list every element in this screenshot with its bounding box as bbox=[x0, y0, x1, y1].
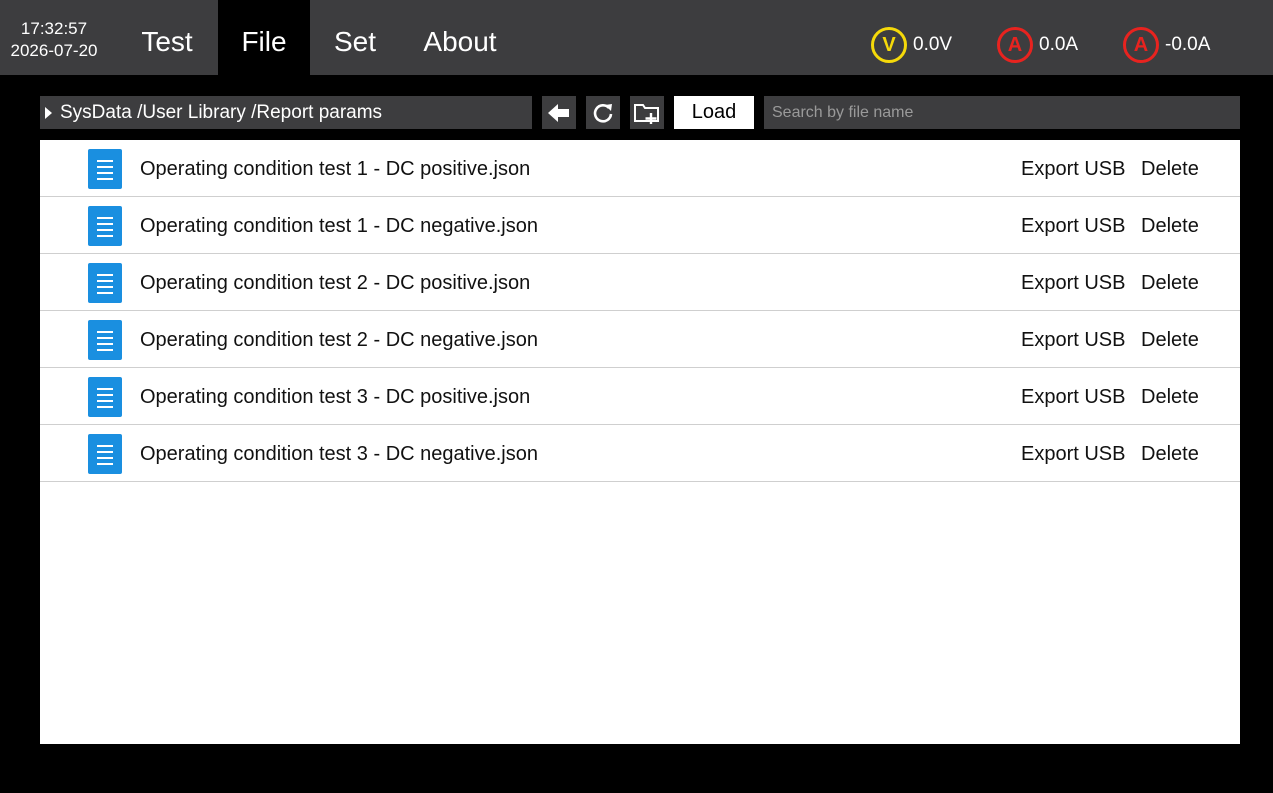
current-value-1: 0.0A bbox=[1039, 34, 1079, 55]
tab-set[interactable]: Set bbox=[310, 0, 400, 75]
document-icon bbox=[88, 206, 122, 246]
back-arrow-icon bbox=[548, 103, 569, 122]
delete-button[interactable]: Delete bbox=[1141, 254, 1199, 312]
expand-triangle-icon[interactable] bbox=[45, 106, 52, 119]
document-icon bbox=[88, 320, 122, 360]
current-icon: A bbox=[997, 27, 1033, 63]
delete-button[interactable]: Delete bbox=[1141, 197, 1199, 255]
tab-about[interactable]: About bbox=[400, 0, 520, 75]
file-name: Operating condition test 2 - DC negative… bbox=[140, 329, 538, 351]
delete-button[interactable]: Delete bbox=[1141, 140, 1199, 198]
export-usb-button[interactable]: Export USB bbox=[1021, 311, 1125, 369]
export-usb-button[interactable]: Export USB bbox=[1021, 197, 1125, 255]
file-name: Operating condition test 1 - DC positive… bbox=[140, 158, 531, 180]
document-icon bbox=[88, 377, 122, 417]
file-name: Operating condition test 3 - DC negative… bbox=[140, 443, 538, 465]
new-folder-icon bbox=[634, 103, 659, 124]
export-usb-button[interactable]: Export USB bbox=[1021, 368, 1125, 426]
clock: 17:32:57 2026-07-20 bbox=[0, 0, 108, 75]
clock-date: 2026-07-20 bbox=[10, 41, 98, 60]
list-item[interactable]: Operating condition test 1 - DC positive… bbox=[40, 140, 1240, 197]
document-icon bbox=[88, 149, 122, 189]
voltage-meter: V 0.0V bbox=[871, 27, 952, 63]
refresh-button[interactable] bbox=[586, 96, 620, 129]
file-list: Operating condition test 1 - DC positive… bbox=[40, 140, 1240, 744]
file-name: Operating condition test 1 - DC negative… bbox=[140, 215, 538, 237]
file-name: Operating condition test 3 - DC positive… bbox=[140, 386, 531, 408]
top-bar: 17:32:57 2026-07-20 Test File Set About … bbox=[0, 0, 1273, 75]
list-item[interactable]: Operating condition test 2 - DC positive… bbox=[40, 254, 1240, 311]
search-input[interactable] bbox=[764, 96, 1240, 129]
voltage-icon: V bbox=[871, 27, 907, 63]
list-item[interactable]: Operating condition test 3 - DC positive… bbox=[40, 368, 1240, 425]
list-item[interactable]: Operating condition test 2 - DC negative… bbox=[40, 311, 1240, 368]
delete-button[interactable]: Delete bbox=[1141, 368, 1199, 426]
clock-time: 17:32:57 bbox=[20, 19, 88, 38]
current-icon: A bbox=[1123, 27, 1159, 63]
tab-test[interactable]: Test bbox=[118, 0, 216, 75]
breadcrumb[interactable]: SysData /User Library /Report params bbox=[40, 96, 532, 129]
current-meter-1: A 0.0A bbox=[997, 27, 1078, 63]
delete-button[interactable]: Delete bbox=[1141, 311, 1199, 369]
list-item[interactable]: Operating condition test 1 - DC negative… bbox=[40, 197, 1240, 254]
refresh-icon bbox=[593, 103, 613, 123]
breadcrumb-path: SysData /User Library /Report params bbox=[60, 101, 383, 123]
tab-file[interactable]: File bbox=[218, 0, 310, 75]
document-icon bbox=[88, 434, 122, 474]
delete-button[interactable]: Delete bbox=[1141, 425, 1199, 483]
new-folder-button[interactable] bbox=[630, 96, 664, 129]
voltage-value: 0.0V bbox=[913, 34, 953, 55]
export-usb-button[interactable]: Export USB bbox=[1021, 254, 1125, 312]
document-icon bbox=[88, 263, 122, 303]
current-value-2: -0.0A bbox=[1165, 34, 1211, 55]
load-button[interactable]: Load bbox=[674, 96, 754, 129]
current-meter-2: A -0.0A bbox=[1123, 27, 1210, 63]
export-usb-button[interactable]: Export USB bbox=[1021, 140, 1125, 198]
file-name: Operating condition test 2 - DC positive… bbox=[140, 272, 531, 294]
list-item[interactable]: Operating condition test 3 - DC negative… bbox=[40, 425, 1240, 482]
back-button[interactable] bbox=[542, 96, 576, 129]
export-usb-button[interactable]: Export USB bbox=[1021, 425, 1125, 483]
